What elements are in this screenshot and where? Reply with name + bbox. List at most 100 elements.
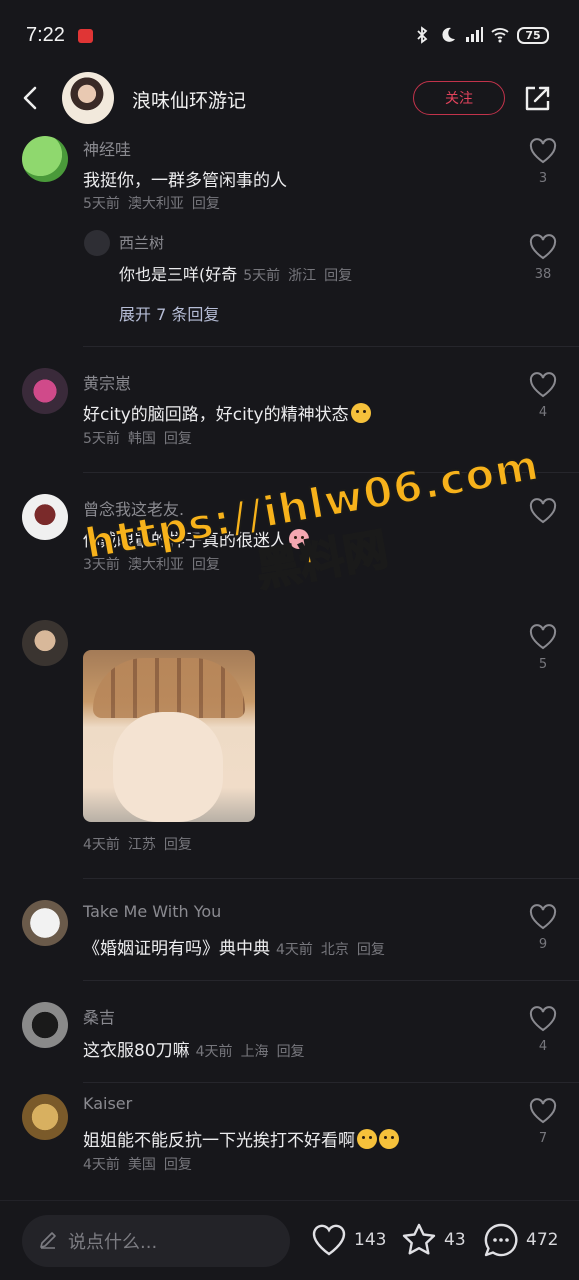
reply-button[interactable]: 回复 bbox=[357, 942, 385, 958]
comment-text: 《婚姻证明有吗》典中典 4天前 北京 回复 bbox=[83, 934, 393, 959]
reply-reply-button[interactable]: 回复 bbox=[324, 268, 352, 284]
comment-content: 好city的脑回路，好city的精神状态 bbox=[83, 405, 349, 425]
reply-button[interactable]: 回复 bbox=[192, 196, 220, 212]
comment-text: 你戴眼罩的样子真的很迷人 bbox=[83, 526, 309, 551]
comment-icon bbox=[484, 1223, 518, 1257]
status-icons: 75 bbox=[413, 26, 549, 44]
comment-content: 姐姐能不能反抗一下光挨打不好看啊 bbox=[83, 1131, 355, 1151]
heart-icon bbox=[529, 138, 557, 164]
wifi-icon bbox=[491, 28, 509, 43]
like-button[interactable]: 4 bbox=[528, 372, 558, 420]
divider bbox=[83, 980, 579, 981]
image-face bbox=[113, 712, 223, 822]
comment-stat-button[interactable]: 472 bbox=[482, 1221, 558, 1259]
follow-button[interactable]: 关注 bbox=[413, 81, 505, 115]
like-count: 4 bbox=[538, 405, 548, 420]
favorite-stat-button[interactable]: 43 bbox=[400, 1221, 466, 1259]
like-count: 5 bbox=[538, 657, 548, 672]
comment-list[interactable]: 神经哇 我挺你，一群多管闲事的人 5天前 澳大利亚 回复 3 西兰树 你也是三咩(好… bbox=[0, 128, 579, 1200]
reply-text: 你也是三咩(好奇 5天前 浙江 回复 bbox=[119, 261, 360, 285]
comment-location: 上海 bbox=[240, 1044, 269, 1060]
like-button[interactable]: 3 bbox=[528, 138, 558, 186]
comment-meta: 4天前 上海 回复 bbox=[196, 1044, 313, 1060]
comment-input-placeholder: 说点什么... bbox=[68, 1232, 158, 1253]
comment-location: 美国 bbox=[127, 1157, 156, 1173]
heart-icon bbox=[529, 624, 557, 650]
reply-avatar[interactable] bbox=[84, 230, 110, 256]
heart-icon bbox=[529, 498, 557, 524]
like-count: 9 bbox=[538, 937, 548, 952]
reply-button[interactable]: 回复 bbox=[164, 431, 192, 447]
expand-replies-button[interactable]: 展开 7 条回复 bbox=[119, 301, 219, 325]
top-bar: 浪味仙环游记 关注 bbox=[0, 70, 579, 128]
signal-icon bbox=[466, 27, 483, 42]
comment-location: 澳大利亚 bbox=[127, 557, 184, 573]
avatar[interactable] bbox=[22, 620, 68, 666]
avatar[interactable] bbox=[22, 1094, 68, 1140]
reply-content: 你也是三咩(好奇 bbox=[119, 265, 238, 284]
reply-time: 5天前 bbox=[243, 268, 281, 284]
comment-meta: 5天前 澳大利亚 回复 bbox=[83, 193, 228, 213]
heart-icon bbox=[529, 904, 557, 930]
comment-location: 韩国 bbox=[127, 431, 156, 447]
comment-content: 这衣服80刀嘛 bbox=[83, 1041, 190, 1061]
comment-username[interactable]: 曾念我这老友. bbox=[83, 496, 184, 520]
avatar[interactable] bbox=[22, 368, 68, 414]
comment-username[interactable]: 神经哇 bbox=[83, 136, 131, 160]
comment-username[interactable]: 桑吉 bbox=[83, 1004, 115, 1028]
like-button[interactable]: 9 bbox=[528, 904, 558, 952]
reply-username[interactable]: 西兰树 bbox=[119, 232, 164, 253]
author-avatar[interactable] bbox=[62, 72, 114, 124]
emoji-icon bbox=[379, 1129, 399, 1149]
comment-meta: 4天前 江苏 回复 bbox=[83, 834, 200, 854]
comment-content: 你戴眼罩的样子真的很迷人 bbox=[83, 531, 287, 551]
moon-icon bbox=[442, 27, 455, 42]
like-stat-button[interactable]: 143 bbox=[310, 1221, 386, 1259]
like-button[interactable]: 4 bbox=[528, 1006, 558, 1054]
comment-image[interactable] bbox=[83, 650, 255, 822]
reply-button[interactable]: 回复 bbox=[164, 837, 192, 853]
avatar[interactable] bbox=[22, 1002, 68, 1048]
comment-username[interactable]: Take Me With You bbox=[83, 902, 221, 921]
avatar[interactable] bbox=[22, 900, 68, 946]
emoji-icon bbox=[357, 1129, 377, 1149]
like-count: 4 bbox=[538, 1039, 548, 1054]
back-icon[interactable] bbox=[18, 82, 44, 114]
emoji-icon bbox=[289, 529, 309, 549]
status-bar: 7:22 75 bbox=[0, 0, 579, 70]
reply-button[interactable]: 回复 bbox=[277, 1044, 305, 1060]
like-total: 143 bbox=[354, 1230, 387, 1250]
reply-button[interactable]: 回复 bbox=[192, 557, 220, 573]
avatar[interactable] bbox=[22, 494, 68, 540]
reply-like-button[interactable]: 38 bbox=[528, 234, 558, 282]
comment-time: 5天前 bbox=[83, 431, 120, 447]
like-button[interactable]: 7 bbox=[528, 1098, 558, 1146]
divider bbox=[83, 346, 579, 347]
comment-content: 《婚姻证明有吗》典中典 bbox=[83, 939, 270, 959]
share-icon[interactable] bbox=[521, 83, 553, 115]
heart-icon bbox=[312, 1224, 346, 1256]
like-button[interactable] bbox=[528, 498, 558, 531]
comment-meta: 3天前 澳大利亚 回复 bbox=[83, 554, 228, 574]
divider bbox=[83, 878, 579, 879]
comment-input[interactable]: 说点什么... bbox=[22, 1215, 290, 1267]
comment-meta: 4天前 美国 回复 bbox=[83, 1154, 200, 1174]
comment-time: 3天前 bbox=[83, 557, 120, 573]
star-icon bbox=[402, 1223, 436, 1255]
image-crown bbox=[93, 658, 245, 718]
divider bbox=[83, 472, 579, 473]
avatar[interactable] bbox=[22, 136, 68, 182]
heart-icon bbox=[529, 372, 557, 398]
comment-location: 江苏 bbox=[127, 837, 156, 853]
comment-text: 好city的脑回路，好city的精神状态 bbox=[83, 400, 371, 425]
heart-icon bbox=[529, 234, 557, 260]
like-button[interactable]: 5 bbox=[528, 624, 558, 672]
reply-button[interactable]: 回复 bbox=[164, 1157, 192, 1173]
comment-username[interactable]: Kaiser bbox=[83, 1094, 132, 1113]
comment-time: 5天前 bbox=[83, 196, 120, 212]
emoji-icon bbox=[350, 403, 371, 423]
comment-username[interactable]: 黄宗崽 bbox=[83, 370, 131, 394]
like-count: 7 bbox=[538, 1131, 548, 1146]
comment-text: 这衣服80刀嘛 4天前 上海 回复 bbox=[83, 1036, 313, 1061]
author-name[interactable]: 浪味仙环游记 bbox=[132, 86, 246, 113]
